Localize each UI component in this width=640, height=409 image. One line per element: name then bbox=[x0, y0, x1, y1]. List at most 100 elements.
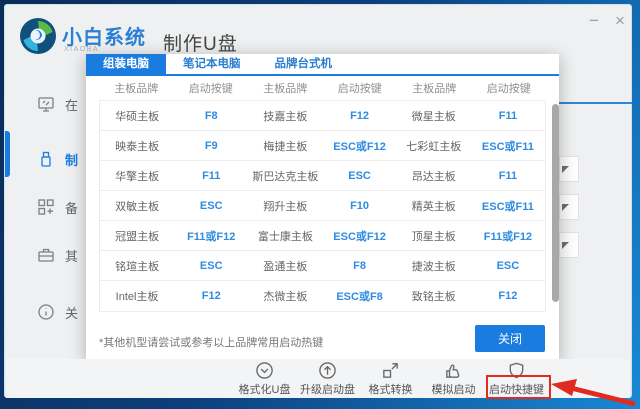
brand-cell: 盈通主板 bbox=[263, 260, 308, 273]
boot-key-cell: ESC bbox=[348, 169, 371, 182]
brand-cell: 双敏主板 bbox=[115, 200, 160, 213]
brand-cell: 梅捷主板 bbox=[263, 140, 308, 153]
brand-cell: Intel主板 bbox=[115, 291, 159, 303]
boot-key-cell: ESC或F11 bbox=[481, 140, 534, 153]
tab-laptop[interactable]: 笔记本电脑 bbox=[166, 54, 258, 74]
check-circle-icon bbox=[256, 362, 273, 379]
footer-item-format-convert[interactable]: 格式转换 bbox=[359, 361, 422, 397]
footer-item-label: 格式化U盘 bbox=[238, 384, 291, 396]
brand-cell: 杰微主板 bbox=[263, 291, 308, 303]
close-window-button[interactable]: × bbox=[607, 9, 633, 33]
footer-item-label: 升级启动盘 bbox=[300, 384, 355, 396]
column-header: 启动按键 bbox=[486, 83, 531, 95]
dialog-scrollbar-thumb[interactable] bbox=[552, 104, 559, 302]
footer-item-label: 模拟启动 bbox=[431, 384, 476, 396]
sidebar-item-label: 其 bbox=[65, 248, 79, 264]
table-row: Intel主板 F12 杰微主板 ESC或F8 致铭主板 F12 bbox=[100, 281, 545, 311]
column-header: 主板品牌 bbox=[263, 83, 308, 95]
sidebar-item-label: 制 bbox=[65, 152, 79, 168]
boot-key-cell: ESC或F12 bbox=[333, 140, 386, 153]
tab-bar: 组装电脑 笔记本电脑 品牌台式机 bbox=[86, 54, 559, 76]
boot-key-cell: ESC或F12 bbox=[333, 230, 386, 243]
table-row: 华硕主板 F8 技嘉主板 F12 微星主板 F11 bbox=[100, 101, 545, 131]
boot-key-cell: F12 bbox=[201, 290, 221, 302]
table-row: 华擎主板 F11 斯巴达克主板 ESC 昂达主板 F11 bbox=[100, 161, 545, 191]
boot-key-cell: F12 bbox=[498, 290, 518, 302]
page-title: 制作U盘 bbox=[163, 34, 238, 55]
app-window: 小白系统 XIAOBA 制作U盘 − × 在 制 备 其 关 组装电脑 笔记本电… bbox=[4, 4, 636, 407]
footer-item-label: 格式转换 bbox=[368, 384, 413, 396]
nav-underline bbox=[559, 102, 632, 104]
annotation-arrow-icon bbox=[551, 379, 636, 407]
boot-key-table-body: 华硕主板 F8 技嘉主板 F12 微星主板 F11 映泰主板 F9 梅捷主板 ESC或F12 七彩虹… bbox=[99, 100, 546, 312]
minimize-button[interactable]: − bbox=[581, 9, 607, 33]
brand-cell: 华擎主板 bbox=[115, 170, 160, 183]
brand-cell: 顶星主板 bbox=[411, 230, 456, 243]
app-subtitle: XIAOBA bbox=[64, 46, 100, 53]
footer-item-simulate-boot[interactable]: 模拟启动 bbox=[422, 361, 485, 397]
brand-cell: 七彩虹主板 bbox=[406, 140, 462, 153]
footer-item-format-usb[interactable]: 格式化U盘 bbox=[233, 361, 296, 397]
brand-cell: 技嘉主板 bbox=[263, 110, 308, 123]
sidebar-item-label: 备 bbox=[65, 200, 79, 216]
brand-cell: 致铭主板 bbox=[411, 291, 456, 303]
table-row: 双敏主板 ESC 翔升主板 F10 精英主板 ESC或F11 bbox=[100, 191, 545, 221]
tab-brand-desktop[interactable]: 品牌台式机 bbox=[258, 54, 350, 74]
table-row: 铭瑄主板 ESC 盈通主板 F8 捷波主板 ESC bbox=[100, 251, 545, 281]
thumb-up-icon bbox=[446, 364, 460, 378]
convert-icon bbox=[383, 363, 398, 378]
dialog-note: *其他机型请尝试或参考以上品牌常用启动热键 bbox=[99, 337, 324, 349]
table-row: 映泰主板 F9 梅捷主板 ESC或F12 七彩虹主板 ESC或F11 bbox=[100, 131, 545, 161]
boot-key-cell: F12 bbox=[350, 109, 370, 122]
sidebar-item-label: 在 bbox=[65, 97, 79, 113]
brand-cell: 铭瑄主板 bbox=[115, 260, 160, 273]
arrow-up-circle-icon bbox=[319, 362, 336, 379]
brand-cell: 映泰主板 bbox=[115, 140, 160, 153]
boot-key-cell: F11或F12 bbox=[187, 230, 236, 243]
dropdown-stub[interactable] bbox=[559, 156, 579, 182]
info-icon bbox=[38, 304, 54, 320]
sidebar-active-indicator bbox=[5, 131, 10, 177]
briefcase-icon bbox=[38, 248, 54, 262]
brand-cell: 冠盟主板 bbox=[115, 230, 160, 243]
column-header: 主板品牌 bbox=[114, 83, 159, 95]
boot-key-cell: F10 bbox=[350, 199, 370, 212]
monitor-icon bbox=[38, 97, 54, 112]
boot-key-cell: ESC或F8 bbox=[336, 291, 383, 303]
brand-cell: 斯巴达克主板 bbox=[252, 170, 319, 183]
tab-assembled-pc[interactable]: 组装电脑 bbox=[86, 54, 166, 74]
boot-key-cell: F9 bbox=[204, 139, 218, 152]
dropdown-stub[interactable] bbox=[559, 194, 579, 220]
brand-cell: 捷波主板 bbox=[411, 260, 456, 273]
dialog-close-button[interactable]: 关闭 bbox=[475, 325, 545, 352]
app-logo-icon bbox=[20, 18, 56, 54]
table-row: 冠盟主板 F11或F12 富士康主板 ESC或F12 顶星主板 F11或F12 bbox=[100, 221, 545, 251]
brand-cell: 富士康主板 bbox=[257, 230, 313, 243]
brand-cell: 昂达主板 bbox=[411, 170, 456, 183]
brand-cell: 翔升主板 bbox=[263, 200, 308, 213]
boot-key-cell: ESC bbox=[199, 199, 223, 212]
boot-key-cell: F11或F12 bbox=[483, 230, 533, 243]
boot-key-cell: ESC bbox=[199, 259, 223, 272]
boot-key-cell: ESC或F11 bbox=[481, 200, 534, 213]
brand-cell: 微星主板 bbox=[411, 110, 456, 123]
brand-cell: 精英主板 bbox=[411, 200, 456, 213]
boot-hotkey-dialog: 组装电脑 笔记本电脑 品牌台式机 主板品牌 启动按键 主板品牌 启动按键 主板品牌 启动按… bbox=[86, 54, 559, 362]
boot-key-cell: ESC bbox=[496, 259, 520, 272]
boot-key-cell: F8 bbox=[204, 109, 218, 122]
boot-key-cell: F8 bbox=[353, 259, 366, 272]
backup-grid-icon bbox=[38, 199, 54, 215]
column-header: 启动按键 bbox=[188, 83, 233, 95]
table-header-row: 主板品牌 启动按键 主板品牌 启动按键 主板品牌 启动按键 bbox=[86, 76, 559, 100]
usb-drive-icon bbox=[41, 151, 51, 167]
boot-key-cell: F11 bbox=[498, 109, 518, 122]
sidebar-item-label: 关 bbox=[65, 305, 79, 321]
column-header: 启动按键 bbox=[337, 83, 382, 95]
annotation-highlight-box bbox=[486, 375, 551, 399]
boot-key-cell: F11 bbox=[202, 169, 221, 182]
dropdown-stub[interactable] bbox=[559, 232, 579, 258]
brand-cell: 华硕主板 bbox=[115, 110, 160, 123]
footer-item-upgrade-disk[interactable]: 升级启动盘 bbox=[296, 361, 359, 397]
column-header: 主板品牌 bbox=[412, 83, 457, 95]
boot-key-cell: F11 bbox=[498, 169, 518, 182]
